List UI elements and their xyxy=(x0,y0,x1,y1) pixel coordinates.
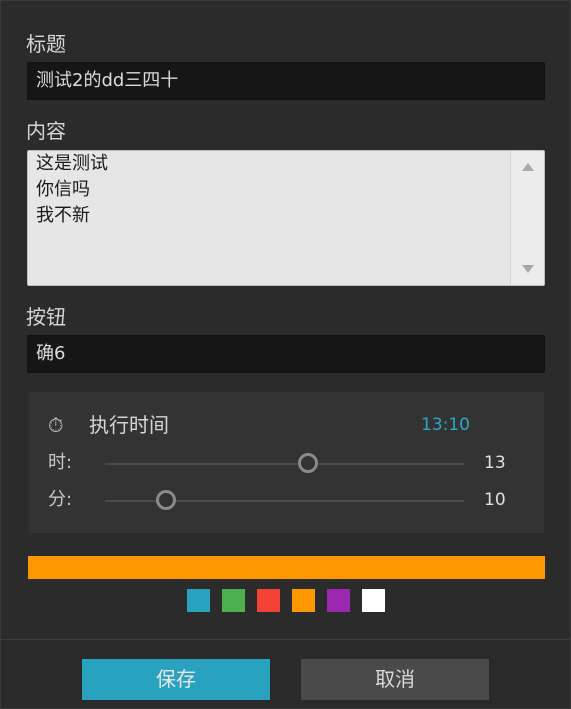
time-display: 13:10 xyxy=(421,415,470,435)
scroll-down-arrow-icon[interactable] xyxy=(522,265,534,273)
content-line: 这是测试 xyxy=(36,153,108,174)
content-text: 这是测试 你信吗 我不新 xyxy=(36,151,508,229)
color-swatch[interactable] xyxy=(257,589,280,612)
save-button[interactable]: 保存 xyxy=(82,659,270,700)
content-line: 你信吗 xyxy=(36,179,90,200)
hour-value: 13 xyxy=(484,453,506,473)
color-swatch[interactable] xyxy=(327,589,350,612)
hour-slider-thumb[interactable] xyxy=(297,453,318,473)
edit-dialog: 标题 测试2的dd三四十 内容 这是测试 你信吗 我不新 按钮 确6 ⏱ 执行时… xyxy=(0,0,571,709)
content-textarea[interactable]: 这是测试 你信吗 我不新 xyxy=(27,150,545,286)
schedule-title: 执行时间 xyxy=(89,413,169,437)
title-input[interactable]: 测试2的dd三四十 xyxy=(27,62,545,100)
cancel-button[interactable]: 取消 xyxy=(301,659,489,700)
selected-color-bar xyxy=(28,556,545,579)
content-label: 内容 xyxy=(26,119,66,143)
color-swatch[interactable] xyxy=(187,589,210,612)
title-label: 标题 xyxy=(26,32,66,56)
minute-slider[interactable] xyxy=(105,490,464,510)
content-scrollbar[interactable] xyxy=(510,151,544,285)
minute-label: 分: xyxy=(48,489,73,510)
color-swatch-row xyxy=(187,589,385,612)
schedule-panel: ⏱ 执行时间 13:10 时: 13 分: 10 xyxy=(28,391,545,534)
color-swatch[interactable] xyxy=(292,589,315,612)
color-swatch[interactable] xyxy=(362,589,385,612)
hour-slider[interactable] xyxy=(105,453,464,473)
color-swatch[interactable] xyxy=(222,589,245,612)
dialog-footer: 保存 取消 xyxy=(1,640,570,708)
content-line: 我不新 xyxy=(36,205,90,226)
button-label: 按钮 xyxy=(26,305,66,329)
minute-value: 10 xyxy=(484,490,506,510)
button-text-input[interactable]: 确6 xyxy=(27,335,545,373)
minute-slider-thumb[interactable] xyxy=(155,490,176,510)
stopwatch-icon: ⏱ xyxy=(48,413,64,437)
scroll-up-arrow-icon[interactable] xyxy=(522,163,534,171)
hour-label: 时: xyxy=(48,452,73,473)
